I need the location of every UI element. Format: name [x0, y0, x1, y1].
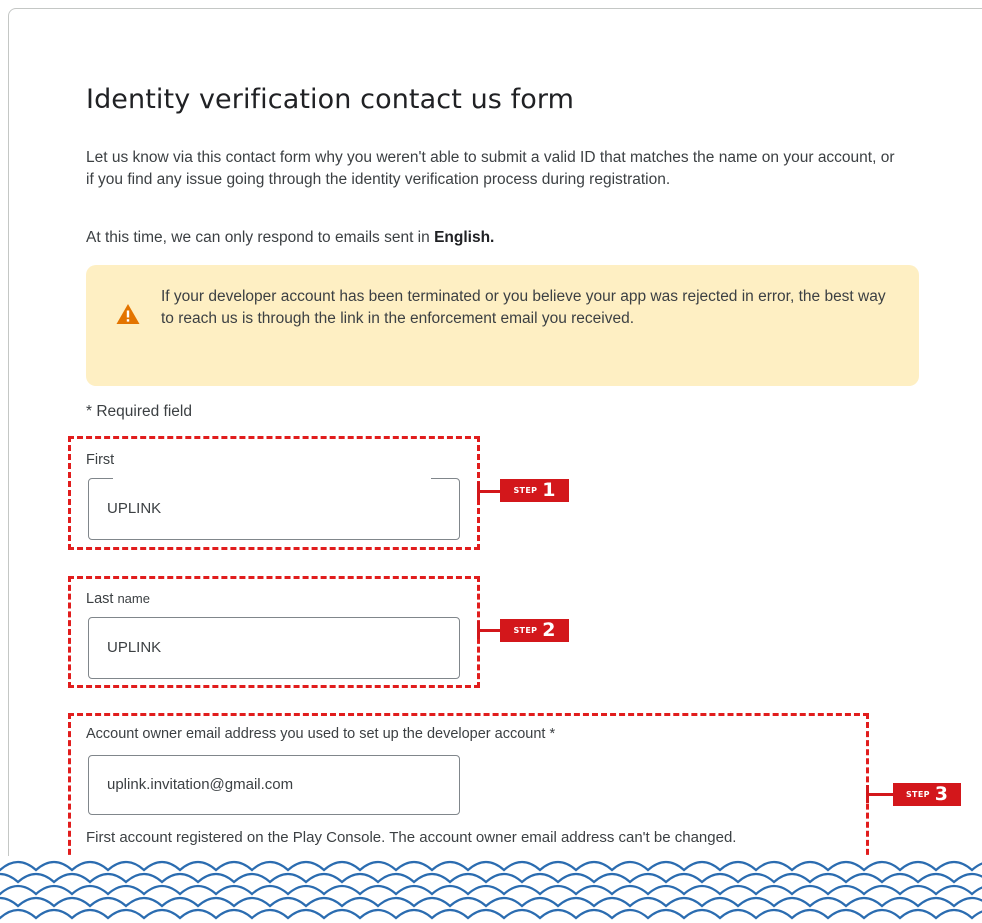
step-2-number: 2 [542, 619, 556, 641]
language-note-text: At this time, we can only respond to ema… [86, 229, 435, 246]
page-title: Identity verification contact us form [86, 84, 574, 115]
step-2-badge: STEP 2 [500, 619, 569, 642]
language-note-bold: English. [434, 229, 495, 246]
step-3-highlight-box [68, 713, 869, 873]
language-note: At this time, we can only respond to ema… [86, 229, 494, 247]
step-2-highlight-box [68, 576, 480, 688]
step-3-badge: STEP 3 [893, 783, 961, 806]
warning-banner: If your developer account has been termi… [86, 265, 919, 386]
step-2-word: STEP [513, 626, 538, 635]
step-1-number: 1 [542, 479, 556, 501]
step-3-word: STEP [906, 790, 930, 799]
step-3-number: 3 [934, 783, 948, 805]
warning-triangle-icon [116, 304, 140, 324]
step-1-badge: STEP 1 [500, 479, 569, 502]
step-3-connector [866, 793, 894, 796]
warning-text: If your developer account has been termi… [161, 288, 886, 327]
step-1-highlight-box [68, 436, 480, 550]
required-field-note: * Required field [86, 403, 192, 420]
step-1-connector [477, 490, 501, 493]
step-1-word: STEP [513, 486, 538, 495]
step-2-connector [477, 629, 501, 632]
torn-edge-wave-decoration [0, 856, 982, 923]
intro-text: Let us know via this contact form why yo… [86, 149, 895, 188]
